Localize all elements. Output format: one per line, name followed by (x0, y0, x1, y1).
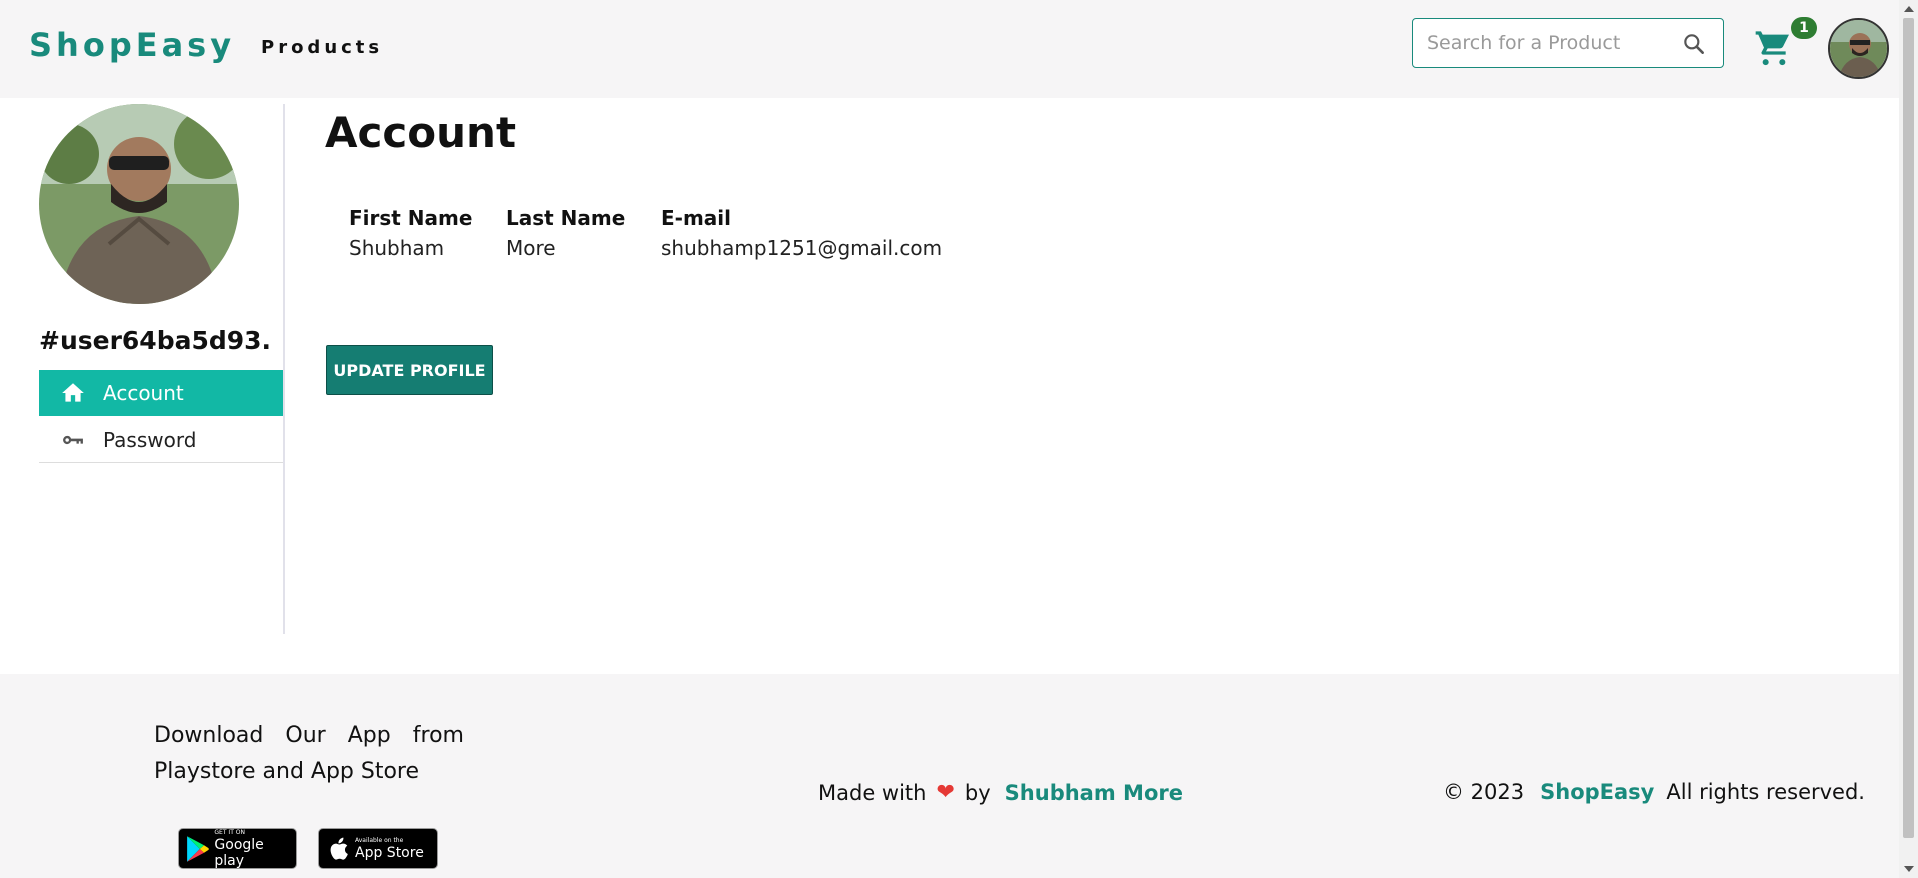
cart-icon[interactable] (1754, 28, 1794, 68)
copyright-brand-link[interactable]: ShopEasy (1540, 780, 1654, 804)
field-value: More (506, 236, 556, 260)
update-profile-button[interactable]: UPDATE PROFILE (326, 345, 493, 395)
cart-count-badge: 1 (1791, 17, 1817, 39)
sidebar-divider (283, 104, 285, 634)
app-store-small-text: Available on the (355, 836, 404, 844)
scroll-up-arrow-icon[interactable] (1904, 6, 1914, 12)
sidebar-item-label: Password (103, 427, 197, 452)
scroll-down-arrow-icon[interactable] (1904, 866, 1914, 872)
field-label: Last Name (506, 206, 626, 230)
first-name-field: First Name Shubham (349, 206, 472, 260)
google-play-icon (187, 835, 209, 862)
page-title: Account (325, 108, 517, 157)
key-icon (59, 426, 87, 454)
sidebar-item-label: Account (103, 381, 184, 405)
google-play-small-text: GET IT ON (214, 828, 245, 836)
heart-icon: ❤ (936, 780, 955, 805)
sidebar-item-account[interactable]: Account (39, 370, 283, 416)
user-avatar[interactable] (1828, 18, 1889, 79)
apple-icon (330, 837, 348, 860)
copyright-year: © 2023 (1443, 780, 1525, 804)
sidebar-item-password[interactable]: Password (39, 417, 283, 463)
username-label: #user64ba5d93... (39, 326, 269, 355)
made-with-text: Made with (818, 780, 927, 805)
rights-text: All rights reserved. (1666, 780, 1865, 804)
google-play-badge[interactable]: GET IT ON Google play (178, 828, 297, 869)
by-text: by (964, 780, 991, 805)
made-with-credit: Made with ❤ by Shubham More (818, 780, 1183, 805)
author-link[interactable]: Shubham More (1005, 781, 1183, 805)
field-value: Shubham (349, 236, 445, 260)
field-value: shubhamp1251@gmail.com (661, 236, 943, 260)
brand-logo[interactable]: ShopEasy (29, 26, 235, 64)
app-store-badge[interactable]: Available on the App Store (318, 828, 438, 869)
footer: Download Our App from Playstore and App … (0, 674, 1899, 878)
profile-picture (39, 104, 239, 304)
top-header: ShopEasy Products 1 (0, 0, 1899, 98)
home-icon (59, 379, 87, 407)
field-label: First Name (349, 206, 473, 230)
download-app-text: Download Our App from Playstore and App … (154, 723, 464, 784)
nav-products-link[interactable]: Products (261, 37, 383, 58)
search-icon[interactable] (1681, 31, 1707, 57)
google-play-big-text: Google play (214, 836, 264, 869)
scroll-thumb[interactable] (1903, 18, 1914, 838)
email-field: E-mail shubhamp1251@gmail.com (661, 206, 942, 260)
last-name-field: Last Name More (506, 206, 625, 260)
vertical-scrollbar[interactable] (1899, 0, 1918, 878)
search-input[interactable] (1427, 29, 1667, 57)
copyright: © 2023 ShopEasy All rights reserved. (1443, 780, 1865, 804)
app-store-big-text: App Store (355, 844, 424, 861)
field-label: E-mail (661, 206, 732, 230)
search-box (1412, 18, 1724, 68)
